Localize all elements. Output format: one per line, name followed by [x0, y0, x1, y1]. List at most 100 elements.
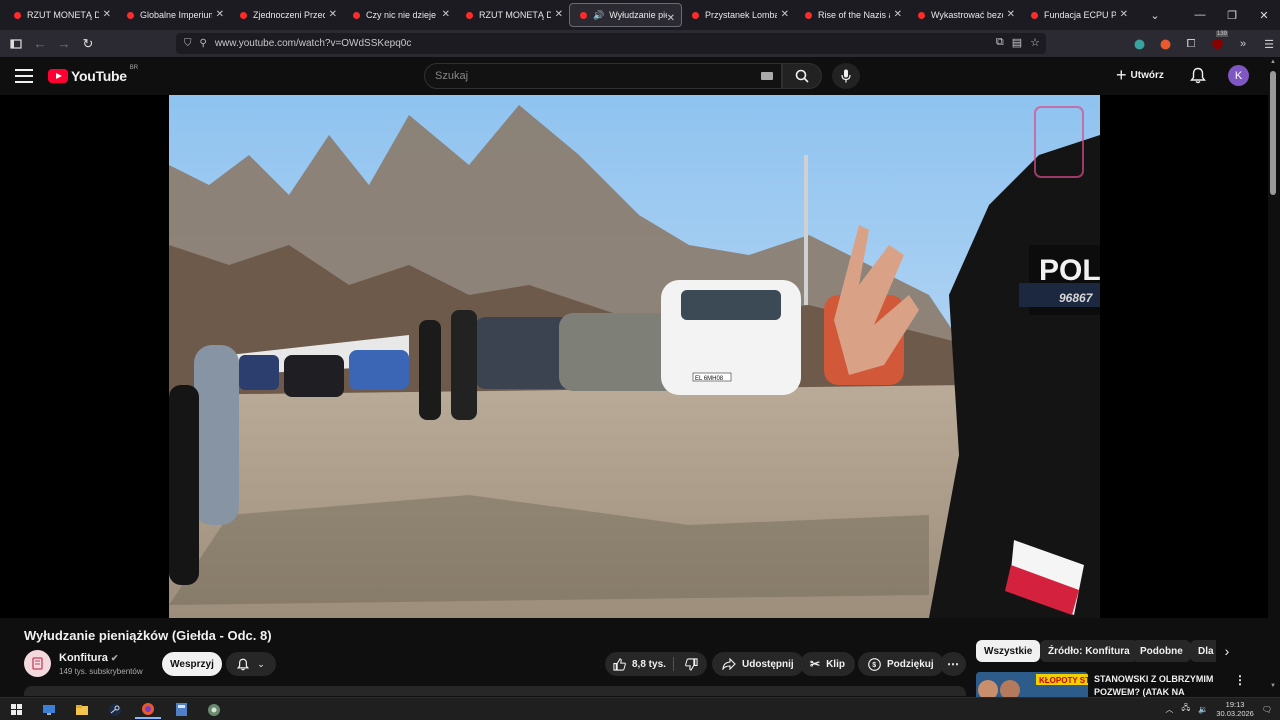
chip-all[interactable]: Wszystkie [976, 640, 1041, 662]
computer-icon[interactable] [36, 700, 62, 719]
recommended-title[interactable]: STANOWSKI Z OLBRZYMIM POZWEM? (ATAK NA [1094, 673, 1224, 697]
browser-tab[interactable]: Czy nic nie dzieje się✕ [343, 0, 456, 30]
url-text[interactable]: www.youtube.com/watch?v=OWdSSKepq0c [215, 38, 411, 49]
calculator-icon[interactable] [168, 700, 194, 719]
support-button[interactable]: Wesprzyj [162, 652, 222, 676]
keyboard-icon[interactable] [761, 72, 773, 80]
back-icon[interactable]: ← [28, 32, 52, 56]
create-button[interactable]: + Utwórz [1116, 66, 1164, 84]
youtube-favicon-icon [1031, 11, 1038, 19]
browser-tab-active[interactable]: 🔊Wyłudzanie pieniążków✕ [569, 3, 682, 27]
close-tab-icon[interactable]: ✕ [667, 13, 675, 24]
firefox-extension-icon[interactable] [1152, 34, 1178, 54]
guide-menu-icon[interactable] [14, 67, 34, 85]
chevron-right-icon[interactable]: › [1216, 640, 1238, 662]
close-tab-icon[interactable]: ✕ [442, 9, 450, 20]
minimize-icon[interactable]: — [1184, 0, 1216, 30]
browser-tab[interactable]: Przystanek Lombard✕ [682, 0, 795, 30]
channel-avatar[interactable] [24, 650, 51, 677]
close-tab-icon[interactable]: ✕ [894, 9, 902, 20]
scroll-down-icon[interactable]: ▼ [1270, 683, 1276, 689]
overflow-chevrons-icon[interactable]: » [1230, 34, 1256, 54]
kebab-menu-icon[interactable]: ⋮ [1234, 673, 1246, 687]
extensions-puzzle-icon[interactable]: ⧠ [1178, 34, 1204, 54]
scrollbar-thumb[interactable] [1270, 71, 1276, 195]
divider [673, 657, 674, 671]
subscription-notifications-button[interactable]: ⌄ [226, 652, 276, 676]
browser-tab[interactable]: RZUT MONETĄ DECYDU✕ [456, 0, 569, 30]
reload-icon[interactable]: ↻ [76, 32, 100, 56]
window-controls: — ❐ ✕ [1184, 0, 1280, 30]
url-bar[interactable]: ⛉ ⚲ www.youtube.com/watch?v=OWdSSKepq0c … [176, 33, 1046, 54]
clock[interactable]: 19:13 30.03.2026 [1216, 700, 1254, 718]
file-explorer-icon[interactable] [69, 700, 95, 719]
forward-icon[interactable]: → [52, 32, 76, 56]
close-tab-icon[interactable]: ✕ [1120, 9, 1128, 20]
extension-toolbar: ⧠ 139 » ☰ [1126, 31, 1280, 54]
browser-tab[interactable]: Zjednoczeni Przeciw✕ [230, 0, 343, 30]
chip-related[interactable]: Podobne [1132, 640, 1191, 662]
tab-list-chevron-icon[interactable]: ⌄ [1144, 4, 1166, 26]
channel-name[interactable]: Konfitura ✔ [59, 652, 118, 664]
notifications-icon[interactable]: 🗨 [1262, 705, 1272, 714]
close-tab-icon[interactable]: ✕ [555, 9, 563, 20]
search-icon [795, 69, 809, 83]
restore-icon[interactable]: ❐ [1216, 0, 1248, 30]
sidebar-toggle-icon[interactable] [4, 32, 28, 56]
browser-tab[interactable]: RZUT MONETĄ DECYDU✕ [4, 0, 117, 30]
vpn-extension-icon[interactable] [1126, 34, 1152, 54]
search-button[interactable] [782, 63, 822, 89]
close-tab-icon[interactable]: ✕ [1007, 9, 1015, 20]
browser-tab-strip: RZUT MONETĄ DECYDU✕ Globalne Imperium Bl… [0, 0, 1280, 30]
youtube-favicon-icon [127, 11, 134, 19]
close-tab-icon[interactable]: ✕ [329, 9, 337, 20]
shield-icon[interactable]: ⛉ [184, 38, 192, 49]
app-menu-icon[interactable]: ☰ [1256, 34, 1280, 54]
bookmark-star-icon[interactable]: ☆ [1030, 36, 1040, 49]
browser-tab[interactable]: Rise of the Nazis and✕ [795, 0, 908, 30]
permissions-icon[interactable]: ⚲ [200, 38, 207, 49]
browser-tab[interactable]: Wykastrować bezdomnego✕ [908, 0, 1021, 30]
network-icon[interactable]: 🖧 [1181, 702, 1190, 716]
close-window-icon[interactable]: ✕ [1248, 0, 1280, 30]
tray-overflow-icon[interactable]: ︿ [1165, 704, 1173, 715]
close-tab-icon[interactable]: ✕ [103, 9, 111, 20]
windows-start-icon[interactable] [3, 700, 29, 719]
dislike-button[interactable] [675, 652, 707, 676]
youtube-favicon-icon [805, 11, 812, 19]
page-scrollbar[interactable]: ▲ ▼ [1268, 57, 1280, 697]
youtube-header: YouTube BR + Utwórz K [0, 57, 1280, 95]
video-frame[interactable]: EL 6MH08 POLI 96867 [169, 95, 1100, 618]
chip-source[interactable]: Źródło: Konfitura [1040, 640, 1138, 662]
more-actions-button[interactable]: ⋯ [940, 652, 966, 676]
scroll-up-icon[interactable]: ▲ [1270, 59, 1276, 65]
volume-icon[interactable]: 🔉 [1198, 705, 1208, 714]
voice-search-button[interactable] [832, 63, 860, 89]
browser-tab[interactable]: Globalne Imperium BlackR✕ [117, 0, 230, 30]
clip-button[interactable]: ✂ Klip [800, 652, 855, 676]
ublock-icon[interactable]: 139 [1204, 31, 1230, 54]
browser-tab[interactable]: Fundacja ECPU Polska✕ [1021, 0, 1134, 30]
speaker-icon[interactable]: 🔊 [593, 10, 604, 21]
app-icon[interactable] [201, 700, 227, 719]
close-tab-icon[interactable]: ✕ [781, 9, 789, 20]
close-tab-icon[interactable]: ✕ [216, 9, 224, 20]
youtube-logo[interactable]: YouTube BR [48, 65, 138, 84]
search-box[interactable] [424, 63, 782, 89]
search-input[interactable] [425, 64, 745, 88]
picture-in-picture-icon[interactable]: ⧉ [996, 36, 1004, 49]
reader-view-icon[interactable]: ▤ [1012, 36, 1022, 49]
browser-nav-bar: ← → ↻ ⛉ ⚲ www.youtube.com/watch?v=OWdSSK… [0, 30, 1280, 57]
svg-text:$: $ [872, 662, 876, 669]
avatar[interactable]: K [1228, 65, 1249, 86]
share-button[interactable]: Udostępnij [712, 652, 804, 676]
video-player[interactable]: EL 6MH08 POLI 96867 [0, 95, 1268, 618]
like-button[interactable]: 8,8 tys. [605, 652, 673, 676]
steam-icon[interactable] [102, 700, 128, 719]
firefox-icon[interactable] [135, 700, 161, 719]
recommended-thumbnail[interactable]: KŁOPOTY STANOWSKIEGO [976, 672, 1088, 697]
thanks-button[interactable]: $ Podziękuj [858, 652, 944, 676]
bell-icon [237, 658, 250, 670]
notifications-bell-icon[interactable] [1190, 67, 1206, 89]
description-box[interactable] [24, 686, 966, 696]
